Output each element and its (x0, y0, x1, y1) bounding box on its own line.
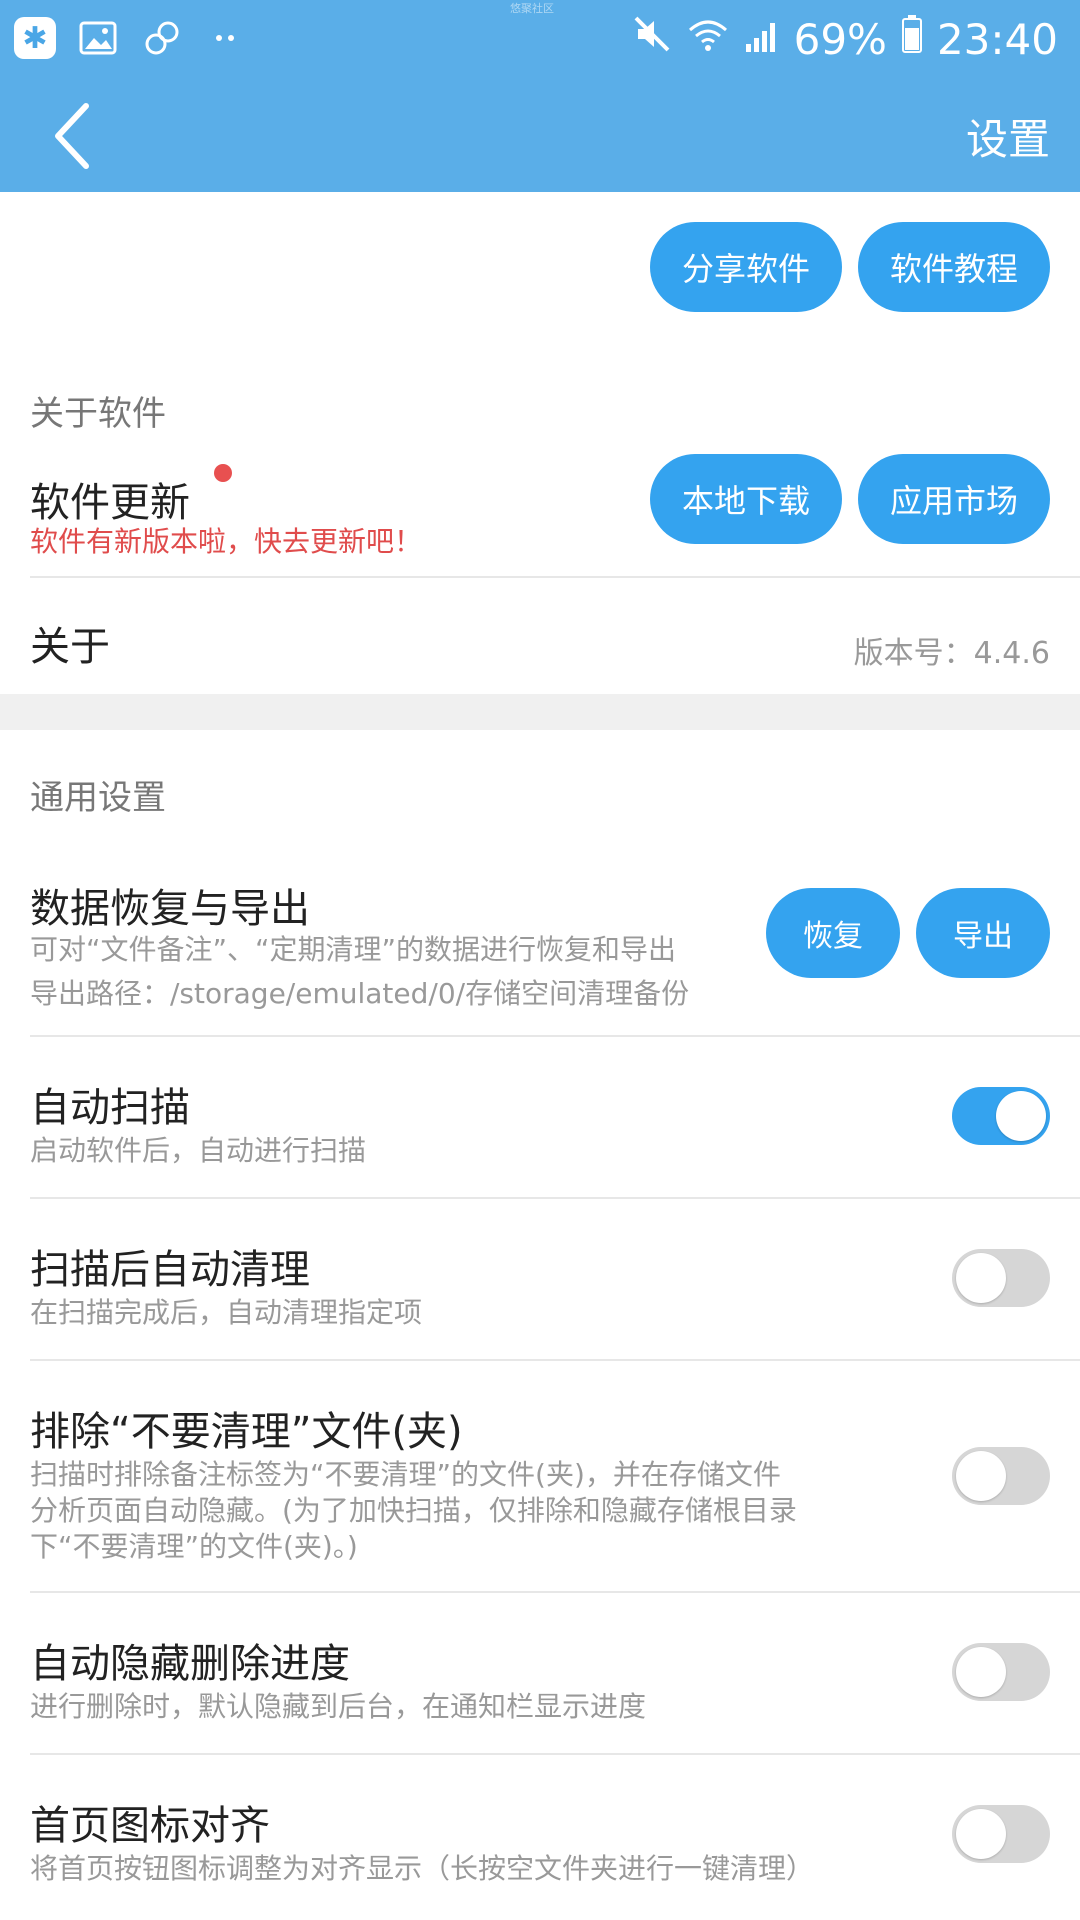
hide-progress-desc: 进行删除时，默认隐藏到后台，在通知栏显示进度 (30, 1690, 647, 1723)
toggle-knob (956, 1253, 1006, 1303)
auto-scan-title: 自动扫描 (30, 1085, 190, 1131)
exclude-files-row: 排除“不要清理”文件(夹) 扫描时排除备注标签为“不要清理”的文件(夹)，并在存… (0, 1361, 1080, 1591)
software-tutorial-button[interactable]: 软件教程 (858, 222, 1050, 312)
icon-align-desc: 将首页按钮图标调整为对齐显示（长按空文件夹进行一键清理） (30, 1852, 815, 1885)
data-restore-desc-1: 可对“文件备注”、“定期清理”的数据进行恢复和导出 (30, 933, 677, 966)
link-icon (140, 16, 184, 60)
app-header: 设置 (0, 78, 1080, 192)
data-restore-desc-2: 导出路径：/storage/emulated/0/存储空间清理备份 (30, 977, 690, 1010)
about-title: 关于 (30, 624, 110, 670)
page-title: 设置 (965, 115, 1050, 164)
general-section-header: 通用设置 (0, 730, 1080, 840)
update-dot-badge (214, 464, 232, 482)
battery-percent: 69% (793, 14, 887, 64)
hide-progress-toggle[interactable] (952, 1643, 1050, 1701)
about-row[interactable]: 关于 版本号：4.4.6 (0, 578, 1080, 694)
local-download-button[interactable]: 本地下载 (650, 454, 842, 544)
back-button[interactable] (44, 96, 114, 176)
share-software-button[interactable]: 分享软件 (650, 222, 842, 312)
section-gap (0, 694, 1080, 730)
chevron-left-icon (55, 103, 89, 169)
auto-scan-row: 自动扫描 启动软件后，自动进行扫描 (0, 1037, 1080, 1197)
update-desc: 软件有新版本啦，快去更新吧！ (30, 525, 423, 558)
software-update-row: 软件更新 软件有新版本啦，快去更新吧！ 本地下载 应用市场 (0, 454, 1080, 576)
auto-scan-toggle[interactable] (952, 1087, 1050, 1145)
exclude-title: 排除“不要清理”文件(夹) (30, 1409, 463, 1455)
battery-icon (901, 14, 923, 64)
wifi-icon (686, 15, 730, 64)
toggle-knob (956, 1647, 1006, 1697)
auto-scan-desc: 启动软件后，自动进行扫描 (30, 1134, 367, 1167)
status-center-text: 悠聚社区 (510, 2, 554, 15)
auto-clean-title: 扫描后自动清理 (30, 1247, 310, 1293)
icon-align-title: 首页图标对齐 (30, 1803, 270, 1849)
icon-align-toggle[interactable] (952, 1805, 1050, 1863)
exclude-desc-2: 分析页面自动隐藏。(为了加快扫描，仅排除和隐藏存储根目录 (30, 1494, 797, 1527)
top-bar: 悠聚社区 ✱ 69% 23:40 设置 (0, 0, 1080, 192)
more-notifications-icon (204, 16, 248, 60)
app-notification-icon: ✱ (14, 17, 56, 59)
exclude-desc-1: 扫描时排除备注标签为“不要清理”的文件(夹)，并在存储文件 (30, 1458, 781, 1491)
auto-clean-desc: 在扫描完成后，自动清理指定项 (30, 1296, 423, 1329)
exclude-desc-3: 下“不要清理”的文件(夹)。) (30, 1530, 358, 1563)
settings-content: 分享软件 软件教程 关于软件 软件更新 软件有新版本啦，快去更新吧！ 本地下载 … (0, 192, 1080, 1915)
status-bar: 悠聚社区 ✱ 69% 23:40 (0, 0, 1080, 78)
data-restore-title: 数据恢复与导出 (30, 886, 310, 932)
auto-clean-toggle[interactable] (952, 1249, 1050, 1307)
version-label: 版本号：4.4.6 (853, 636, 1050, 671)
signal-icon (744, 15, 780, 64)
hide-progress-row: 自动隐藏删除进度 进行删除时，默认隐藏到后台，在通知栏显示进度 (0, 1593, 1080, 1753)
gallery-icon (76, 16, 120, 60)
restore-button[interactable]: 恢复 (766, 888, 900, 978)
toggle-knob (996, 1091, 1046, 1141)
app-market-button[interactable]: 应用市场 (858, 454, 1050, 544)
mute-icon (632, 14, 672, 64)
about-section-header: 关于软件 (0, 380, 1080, 462)
clock-time: 23:40 (936, 14, 1058, 64)
hide-progress-title: 自动隐藏删除进度 (30, 1641, 350, 1687)
toggle-knob (956, 1451, 1006, 1501)
icon-align-row: 首页图标对齐 将首页按钮图标调整为对齐显示（长按空文件夹进行一键清理） (0, 1755, 1080, 1915)
exclude-toggle[interactable] (952, 1447, 1050, 1505)
export-button[interactable]: 导出 (916, 888, 1050, 978)
auto-clean-row: 扫描后自动清理 在扫描完成后，自动清理指定项 (0, 1199, 1080, 1359)
top-actions: 分享软件 软件教程 (0, 192, 1080, 380)
toggle-knob (956, 1809, 1006, 1859)
data-restore-export-row: 数据恢复与导出 可对“文件备注”、“定期清理”的数据进行恢复和导出 导出路径：/… (0, 840, 1080, 1035)
update-title: 软件更新 (30, 480, 190, 526)
section-title-about: 关于软件 (30, 394, 166, 434)
section-title-general: 通用设置 (30, 778, 166, 818)
